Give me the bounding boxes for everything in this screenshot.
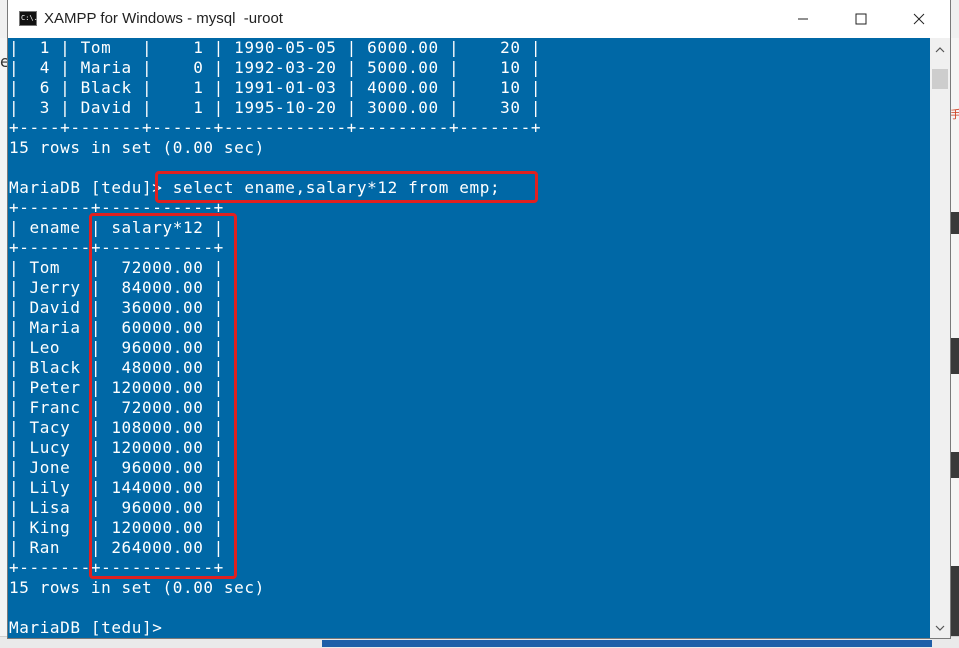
minimize-button[interactable] [774,0,832,38]
background-dark-block [950,452,959,478]
query-highlight-box [155,171,538,203]
background-app-left [0,38,8,647]
chevron-up-icon [935,40,945,58]
maximize-icon [855,13,867,25]
title-bar[interactable]: C:\. XAMPP for Windows - mysql -uroot [8,0,950,38]
console-line: | 4 | Maria | 0 | 1992-03-20 | 5000.00 |… [9,58,542,77]
window-title: XAMPP for Windows - mysql -uroot [44,10,283,27]
vertical-scrollbar[interactable] [930,38,950,638]
minimize-icon [797,13,809,25]
close-icon [913,13,925,25]
background-blue-strip [322,640,932,647]
scroll-up-button[interactable] [930,38,950,60]
console-line: | 6 | Black | 1 | 1991-01-03 | 4000.00 |… [9,78,542,97]
maximize-button[interactable] [832,0,890,38]
background-dark-block [950,566,959,636]
console-line: 15 rows in set (0.00 sec) [9,138,265,157]
console-line: MariaDB [tedu]> [9,618,163,637]
column-highlight-box [89,213,237,579]
console-output[interactable]: | 1 | Tom | 1 | 1990-05-05 | 6000.00 | 2… [8,38,930,638]
console-app-icon[interactable]: C:\. [19,11,38,26]
chevron-down-icon [935,618,945,636]
close-button[interactable] [890,0,948,38]
console-line: | 1 | Tom | 1 | 1990-05-05 | 6000.00 | 2… [9,38,542,57]
console-line: +----+-------+------+------------+------… [9,118,542,137]
scroll-down-button[interactable] [930,616,950,638]
scroll-thumb[interactable] [932,69,948,89]
console-window: C:\. XAMPP for Windows - mysql -uroot | … [8,0,950,638]
background-right-text: 手 [950,108,959,121]
background-dark-block [950,212,959,234]
console-line: 15 rows in set (0.00 sec) [9,578,265,597]
background-dark-block [950,338,959,374]
console-line: | 3 | David | 1 | 1995-10-20 | 3000.00 |… [9,98,542,117]
